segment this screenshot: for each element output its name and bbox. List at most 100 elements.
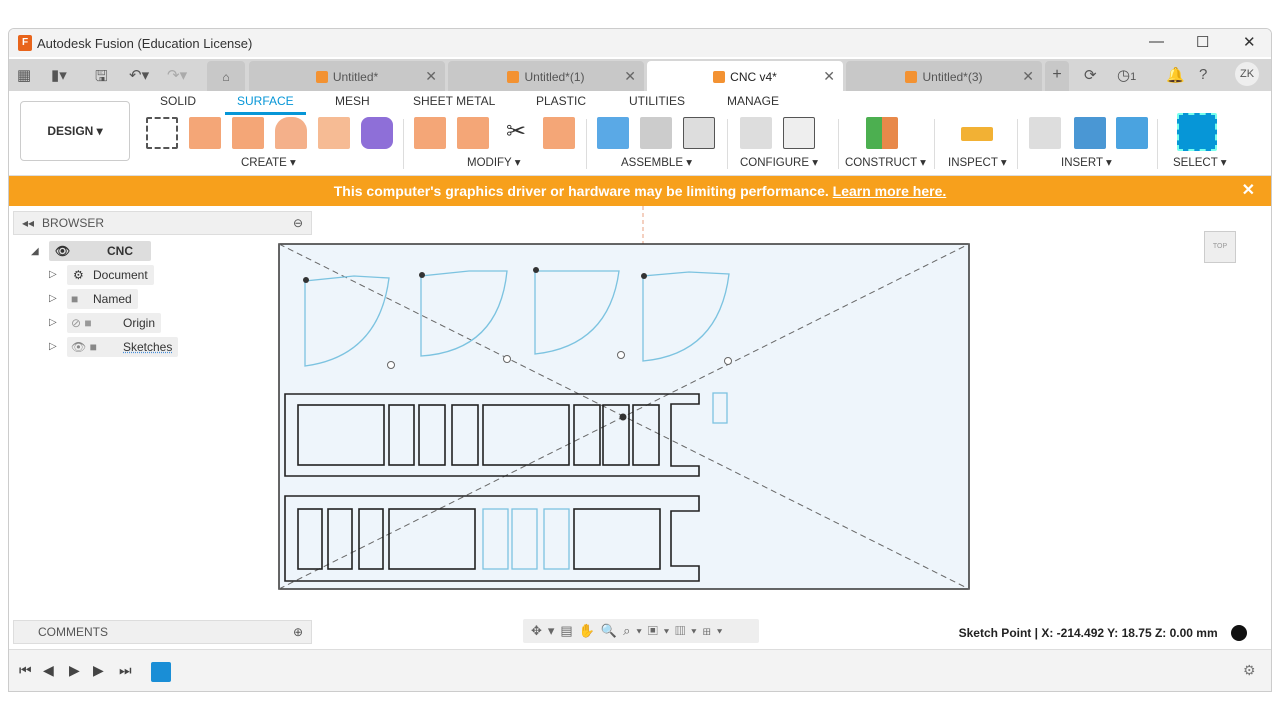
add-comment-icon[interactable]: ⊕ <box>293 621 303 643</box>
online-status-icon[interactable]: ⟳ <box>1084 66 1097 84</box>
close-tab-icon[interactable]: ✕ <box>425 68 437 85</box>
tab-manage[interactable]: MANAGE <box>727 94 779 108</box>
close-tab-icon[interactable]: ✕ <box>1022 68 1034 85</box>
revolve-icon[interactable] <box>275 117 307 149</box>
viewports-icon[interactable]: ⊞▾ <box>703 623 729 638</box>
inspect-menu[interactable]: INSPECT ▾ <box>948 155 1007 169</box>
create-sketch-icon[interactable] <box>146 117 178 149</box>
sweep-icon[interactable] <box>318 117 350 149</box>
notifications-bell-icon[interactable]: 🔔 <box>1166 66 1185 84</box>
pan-hand-icon[interactable]: ✋ <box>579 623 601 638</box>
timeline-settings-gear-icon[interactable]: ⚙ <box>1243 662 1256 679</box>
construct-menu[interactable]: CONSTRUCT ▾ <box>845 155 926 169</box>
configure-menu[interactable]: CONFIGURE ▾ <box>740 155 818 169</box>
extrude-icon[interactable] <box>232 117 264 149</box>
timeline-bar: ⏮ ◀ ▶ ▶ ⏭ ⚙ <box>9 649 1271 691</box>
close-window-button[interactable]: ✕ <box>1243 33 1256 51</box>
delete-face-icon[interactable] <box>457 117 489 149</box>
gear-icon: ⚙ <box>73 268 84 282</box>
parameters-icon[interactable] <box>740 117 772 149</box>
timeline-sketch-feature[interactable] <box>151 662 171 682</box>
orbit-icon[interactable]: ✥▾ <box>531 623 560 638</box>
tab-solid[interactable]: SOLID <box>160 94 196 108</box>
document-tab-bar: ▦ ▮▾ 🖫 ↶▾ ↷▾ ⌂ Untitled* ✕ Untitled*(1) ✕ … <box>9 59 1271 91</box>
tree-item-origin[interactable]: ⊘ ■ Origin <box>67 313 162 333</box>
tab-untitled-1[interactable]: Untitled*(1) ✕ <box>448 61 644 91</box>
toolbar-ribbon: DESIGN ▾ SOLID SURFACE MESH SHEET METAL … <box>9 91 1271 176</box>
close-tab-icon[interactable]: ✕ <box>624 68 636 85</box>
minimize-button[interactable]: — <box>1149 33 1164 50</box>
job-status-icon[interactable]: ◷1 <box>1117 66 1136 84</box>
close-tab-icon[interactable]: ✕ <box>823 68 835 85</box>
offset-icon[interactable] <box>543 117 575 149</box>
tab-sheet-metal[interactable]: SHEET METAL <box>413 94 495 108</box>
offset-plane-icon[interactable] <box>866 117 898 149</box>
form-icon[interactable] <box>361 117 393 149</box>
design-canvas[interactable] <box>9 206 1272 649</box>
configuration-table-icon[interactable] <box>783 117 815 149</box>
help-icon[interactable]: ? <box>1199 66 1207 83</box>
redo-icon[interactable]: ↷▾ <box>167 66 187 84</box>
play-icon[interactable]: ▶ <box>69 662 80 679</box>
tab-plastic[interactable]: PLASTIC <box>536 94 586 108</box>
new-component-icon[interactable] <box>597 117 629 149</box>
visibility-eye-icon: 👁 <box>55 244 71 258</box>
display-settings-icon[interactable]: ▣▾ <box>648 623 675 638</box>
workspace-switcher[interactable]: DESIGN ▾ <box>20 101 130 161</box>
go-to-start-icon[interactable]: ⏮ <box>19 662 32 679</box>
measure-icon[interactable] <box>961 127 993 141</box>
insert-derive-icon[interactable] <box>1029 117 1061 149</box>
look-at-icon[interactable]: ▤ <box>560 623 578 638</box>
select-icon[interactable] <box>1177 113 1217 151</box>
file-menu-icon[interactable]: ▮▾ <box>51 66 67 84</box>
browser-pin-icon[interactable]: ⊖ <box>293 212 303 234</box>
step-forward-icon[interactable]: ▶ <box>93 662 104 679</box>
save-icon[interactable]: 🖫 <box>95 66 108 91</box>
maximize-button[interactable]: ☐ <box>1196 33 1209 51</box>
expand-root-arrow[interactable]: ◢ <box>31 246 39 257</box>
tab-surface[interactable]: SURFACE <box>225 94 306 115</box>
modify-menu[interactable]: MODIFY ▾ <box>467 155 520 169</box>
collapse-browser-icon[interactable]: ◂◂ <box>22 216 34 230</box>
grid-settings-icon[interactable]: ▥▾ <box>675 623 702 638</box>
tab-utilities[interactable]: UTILITIES <box>629 94 685 108</box>
go-to-end-icon[interactable]: ⏭ <box>119 662 132 679</box>
patch-icon[interactable] <box>189 117 221 149</box>
select-menu[interactable]: SELECT ▾ <box>1173 155 1227 169</box>
expand-arrow[interactable]: ▷ <box>49 317 57 328</box>
fit-icon[interactable]: ⌕▾ <box>623 623 648 638</box>
step-back-icon[interactable]: ◀ <box>43 662 54 679</box>
trim-scissors-icon[interactable]: ✂ <box>500 117 532 149</box>
tree-item-sketches[interactable]: 👁 ■ Sketches <box>67 337 179 357</box>
close-banner-icon[interactable]: ✕ <box>1242 176 1255 206</box>
bom-table-icon[interactable] <box>683 117 715 149</box>
tab-mesh[interactable]: MESH <box>335 94 370 108</box>
insert-canvas-icon[interactable] <box>1116 117 1148 149</box>
assemble-menu[interactable]: ASSEMBLE ▾ <box>621 155 692 169</box>
zoom-icon[interactable]: 🔍 <box>601 623 623 638</box>
extend-icon[interactable] <box>414 117 446 149</box>
undo-icon[interactable]: ↶▾ <box>129 66 149 84</box>
learn-more-link[interactable]: Learn more here. <box>833 183 947 199</box>
expand-arrow[interactable]: ▷ <box>49 269 57 280</box>
tree-item-named-views[interactable]: ■Named Views <box>67 289 138 326</box>
tab-untitled[interactable]: Untitled* ✕ <box>249 61 445 91</box>
expand-arrow[interactable]: ▷ <box>49 293 57 304</box>
view-cube[interactable]: TOP <box>1204 231 1236 263</box>
tab-untitled-3[interactable]: Untitled*(3) ✕ <box>846 61 1042 91</box>
new-tab-button[interactable]: + <box>1045 61 1069 91</box>
tree-item-document-settings[interactable]: ⚙Document Settings <box>67 265 154 302</box>
user-avatar[interactable]: ZK <box>1235 62 1259 86</box>
tab-cnc-v4[interactable]: CNC v4* ✕ <box>647 61 843 91</box>
app-window: F Autodesk Fusion (Education License) — … <box>8 28 1272 692</box>
insert-mcmaster-icon[interactable] <box>1074 117 1106 149</box>
insert-menu[interactable]: INSERT ▾ <box>1061 155 1112 169</box>
expand-arrow[interactable]: ▷ <box>49 341 57 352</box>
tree-root-cnc-v4[interactable]: 👁CNC v4◉ <box>49 241 151 278</box>
feedback-icon[interactable] <box>1231 625 1247 641</box>
home-tab[interactable]: ⌂ <box>207 61 245 91</box>
comments-panel: COMMENTS ⊕ <box>13 620 312 644</box>
joint-icon[interactable] <box>640 117 672 149</box>
apps-grid-icon[interactable]: ▦ <box>17 66 31 84</box>
create-menu[interactable]: CREATE ▾ <box>241 155 296 169</box>
